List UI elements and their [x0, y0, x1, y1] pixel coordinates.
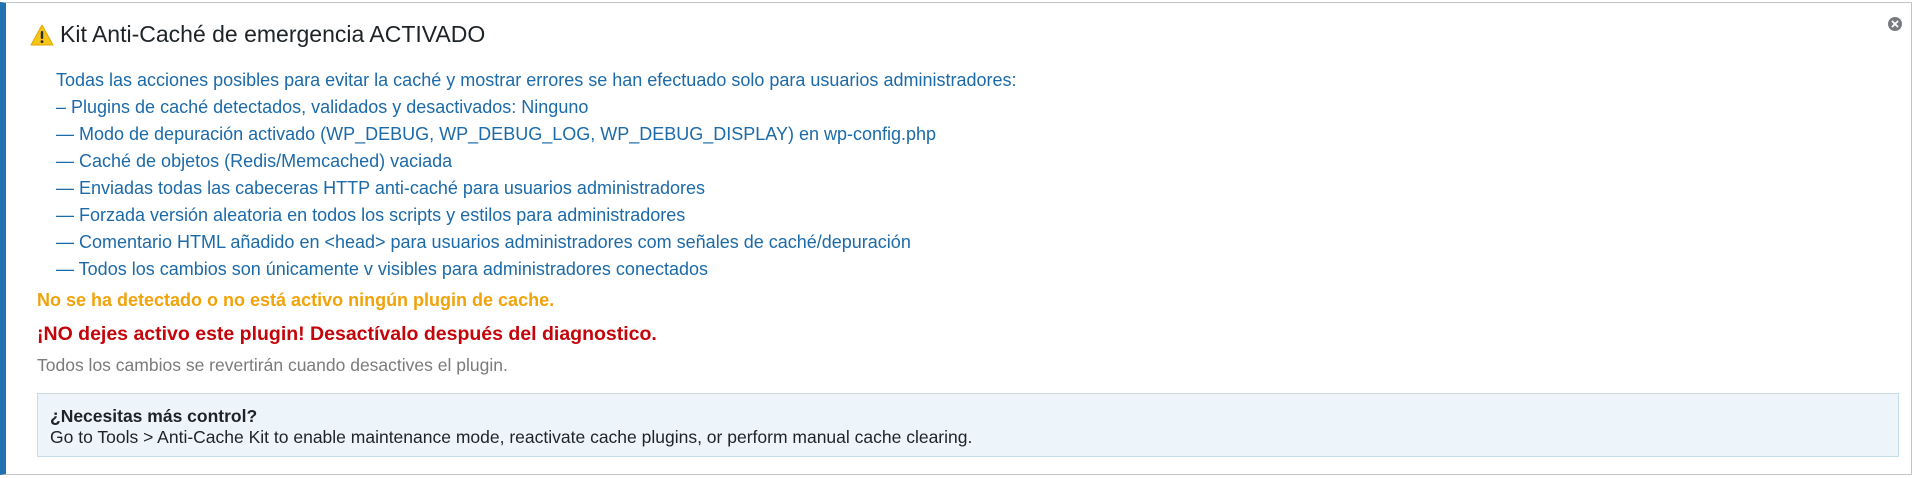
action-item: — Todos los cambios son únicamente v vis… — [56, 259, 708, 279]
info-box-title: ¿Necesitas más control? — [50, 406, 258, 426]
action-item: – Plugins de caché detectados, validados… — [56, 97, 589, 117]
action-item: — Comentario HTML añadido en <head> para… — [56, 232, 911, 252]
actions-intro: Todas las acciones posibles para evitar … — [56, 70, 1017, 90]
info-box: ¿Necesitas más control? Go to Tools > An… — [37, 393, 1899, 457]
action-item: — Modo de depuración activado (WP_DEBUG,… — [56, 124, 937, 144]
action-item: — Forzada versión aleatoria en todos los… — [56, 205, 686, 225]
info-box-text: Go to Tools > Anti-Cache Kit to enable m… — [50, 427, 973, 447]
warning-icon — [30, 24, 54, 46]
action-item: — Enviadas todas las cabeceras HTTP anti… — [56, 178, 705, 198]
notice-title-text: Kit Anti-Caché de emergencia ACTIVADO — [60, 21, 486, 47]
admin-notice: Kit Anti-Caché de emergencia ACTIVADO To… — [0, 2, 1912, 475]
deactivate-warning: ¡NO dejes activo este plugin! Desactíval… — [37, 323, 657, 345]
action-item: — Caché de objetos (Redis/Memcached) vac… — [56, 151, 453, 171]
dismiss-icon[interactable] — [1888, 17, 1902, 31]
revert-note: Todos los cambios se revertirán cuando d… — [37, 355, 508, 375]
notice-title: Kit Anti-Caché de emergencia ACTIVADO — [30, 21, 485, 48]
actions-list: Todas las acciones posibles para evitar … — [56, 67, 1017, 283]
no-cache-plugin-message: No se ha detectado o no está activo ning… — [37, 290, 555, 310]
